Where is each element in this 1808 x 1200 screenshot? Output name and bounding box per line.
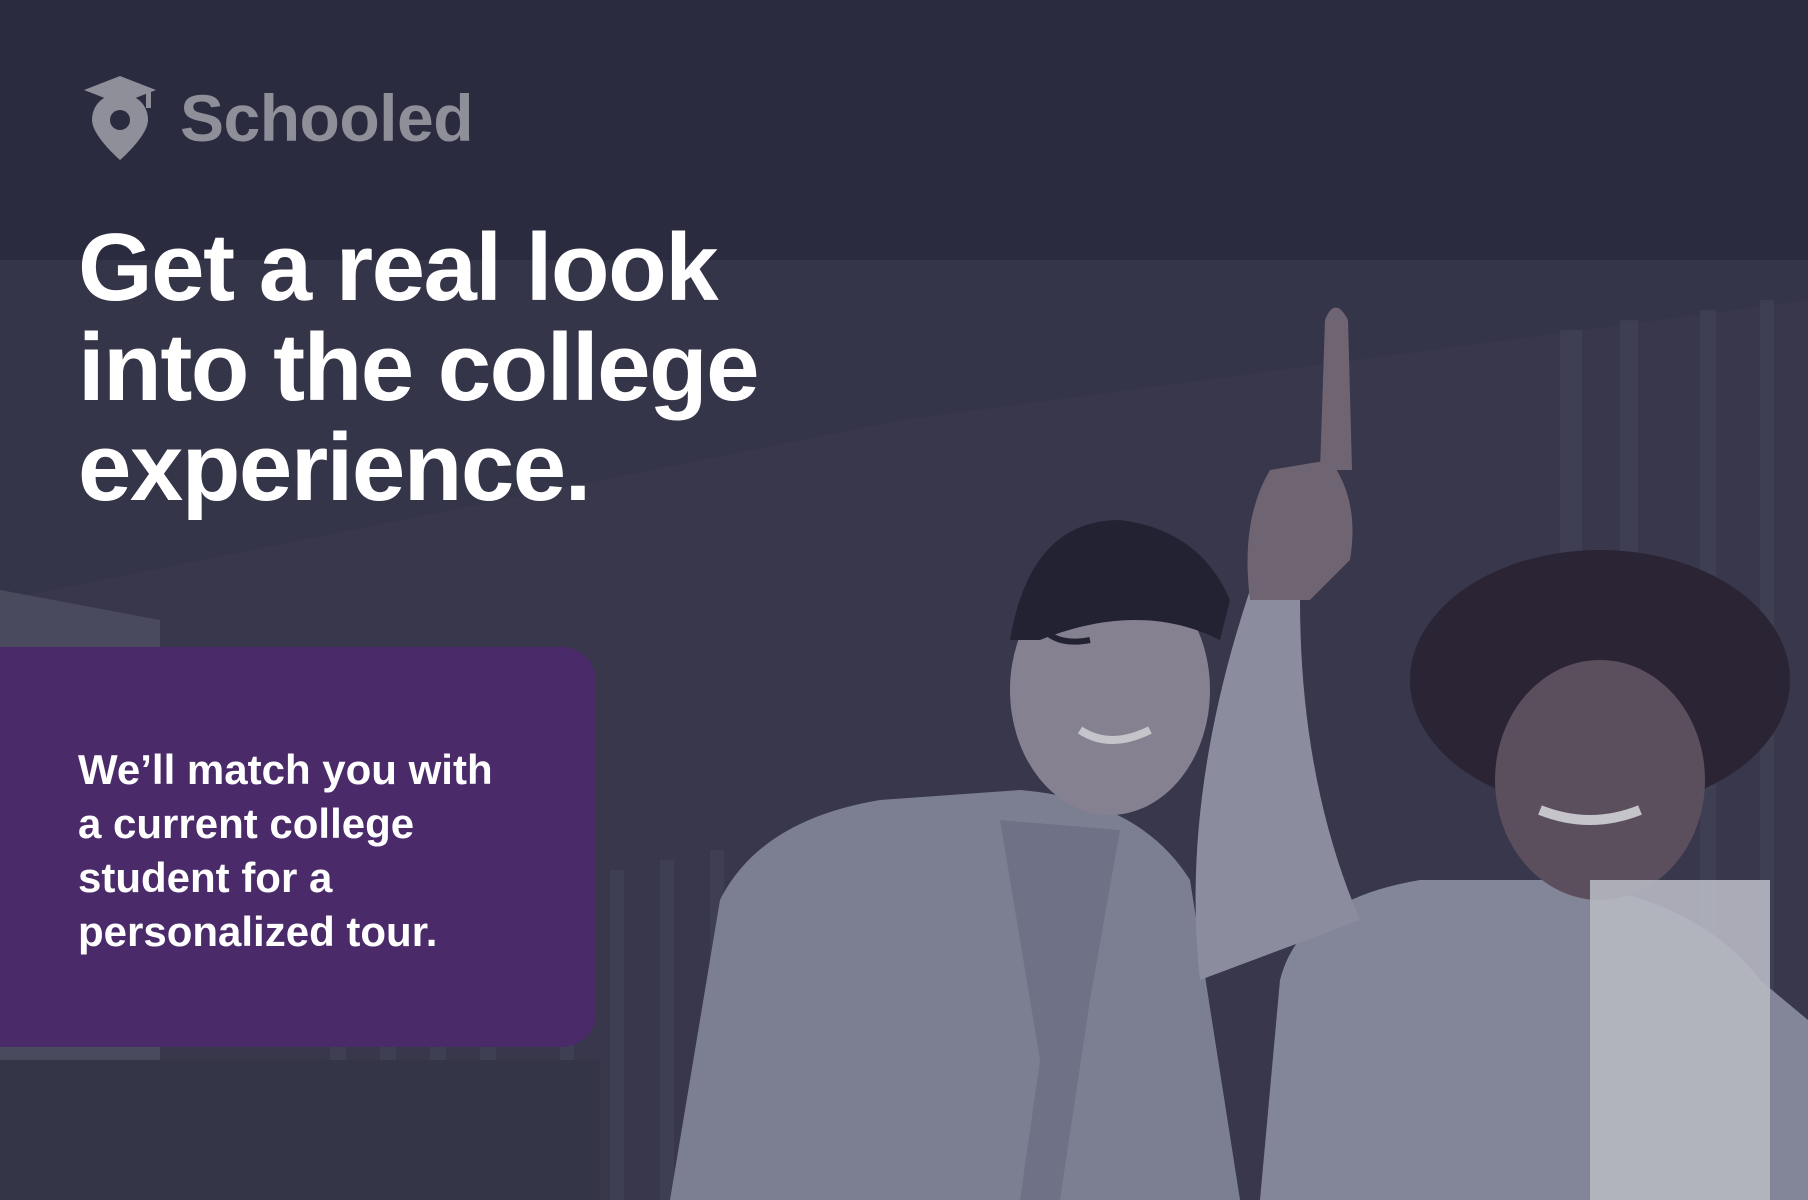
brand[interactable]: Schooled: [82, 74, 474, 162]
headline-line: Get a real look: [78, 214, 719, 321]
headline-line: into the college: [78, 314, 760, 421]
graduation-cap-pin-icon: [84, 76, 156, 160]
callout-card: We’ll match you with a current college s…: [0, 647, 596, 1047]
callout-line: student for a: [78, 854, 333, 901]
headline-line: experience.: [78, 414, 591, 521]
callout-line: personalized tour.: [78, 908, 438, 955]
landing-page: Schooled Get a real look into the colleg…: [0, 0, 1808, 1200]
hero-headline: Get a real look into the college experie…: [78, 218, 978, 518]
callout-text: We’ll match you with a current college s…: [78, 743, 556, 959]
callout-line: We’ll match you with: [78, 746, 493, 793]
brand-name: Schooled: [180, 81, 474, 155]
callout-line: a current college: [78, 800, 415, 847]
